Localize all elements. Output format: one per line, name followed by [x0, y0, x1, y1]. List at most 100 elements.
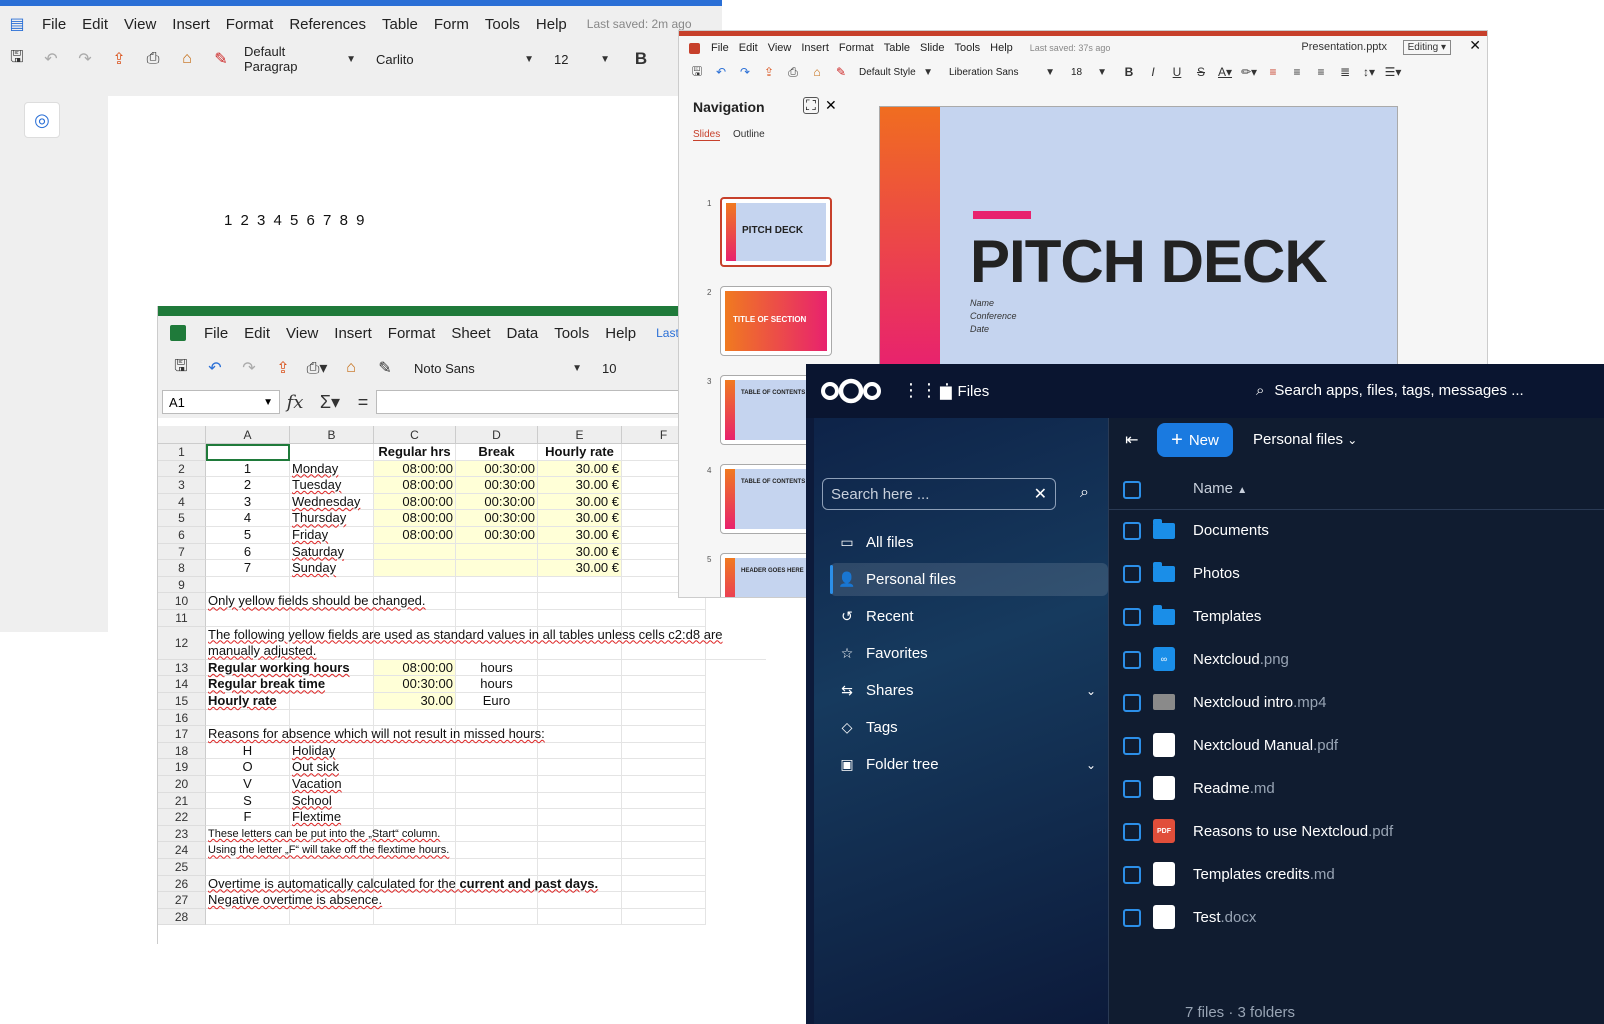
grid-cell[interactable]	[622, 859, 706, 876]
grid-cell[interactable]	[538, 659, 622, 677]
file-checkbox[interactable]	[1123, 866, 1141, 884]
grid-cell[interactable]	[538, 759, 622, 776]
file-row[interactable]: Documents	[1109, 510, 1604, 553]
save-icon[interactable]: 🖫	[0, 45, 34, 73]
italic-icon[interactable]: I	[1141, 62, 1165, 82]
absence-code-cell[interactable]: F	[206, 809, 290, 826]
hourly-rate-cell[interactable]: 30.00 €	[538, 493, 622, 511]
sidebar-search-input[interactable]: Search here ... ✕	[822, 478, 1056, 510]
chevron-down-icon[interactable]: ⌄	[1086, 684, 1096, 698]
row-header[interactable]: 22	[158, 809, 206, 826]
grid-cell[interactable]	[622, 792, 706, 810]
calc-menu-help[interactable]: Help	[597, 325, 644, 342]
sum-icon[interactable]: Σ▾	[310, 392, 350, 413]
grid-cell[interactable]	[538, 742, 622, 760]
impress-style-select[interactable]: Default Style ▼	[853, 62, 939, 82]
sidebar-item-all-files[interactable]: ▭ All files	[830, 526, 1108, 559]
note-cell[interactable]: Negative overtime is absence.	[206, 892, 606, 909]
impress-menu-edit[interactable]: Edit	[734, 42, 763, 54]
grid-cell[interactable]	[622, 908, 706, 926]
file-name[interactable]: Nextcloud intro.mp4	[1193, 694, 1326, 711]
align-left-icon[interactable]: ≡	[1261, 62, 1285, 82]
clone-format-icon[interactable]: ⌂	[170, 45, 204, 73]
writer-menu-file[interactable]: File	[34, 16, 74, 33]
grid-cell[interactable]	[206, 859, 290, 876]
regular-hours-cell[interactable]: 08:00:00	[374, 510, 456, 527]
close-panel-icon[interactable]: ✕	[825, 97, 837, 114]
day-number-cell[interactable]: 5	[206, 527, 290, 544]
grid-cell[interactable]	[374, 859, 456, 876]
row-header[interactable]: 27	[158, 892, 206, 909]
clone-format-icon[interactable]: ⌂	[334, 354, 368, 382]
row-header[interactable]: 6	[158, 527, 206, 544]
header-cell[interactable]: Regular hrs	[374, 444, 456, 461]
header-cell[interactable]: Break	[456, 444, 538, 461]
grid-cell[interactable]	[622, 825, 706, 843]
standard-label-cell[interactable]: Hourly rate	[206, 693, 374, 710]
row-header[interactable]: 11	[158, 610, 206, 627]
font-color-icon[interactable]: A▾	[1213, 62, 1237, 82]
grid-corner[interactable]	[158, 426, 206, 444]
files-app-link[interactable]: ▆ Files	[940, 382, 989, 401]
file-name[interactable]: Test.docx	[1193, 909, 1256, 926]
grid-cell[interactable]	[374, 610, 456, 627]
row-header[interactable]: 24	[158, 842, 206, 859]
writer-menu-table[interactable]: Table	[374, 16, 426, 33]
day-number-cell[interactable]: 3	[206, 493, 290, 511]
day-number-cell[interactable]: 2	[206, 477, 290, 494]
grid-cell[interactable]	[290, 610, 374, 627]
day-number-cell[interactable]: 6	[206, 543, 290, 561]
impress-menu-tools[interactable]: Tools	[949, 42, 985, 54]
grid-cell[interactable]	[456, 560, 538, 577]
grid-cell[interactable]	[538, 859, 622, 876]
file-name[interactable]: Nextcloud Manual.pdf	[1193, 737, 1338, 754]
impress-menu-slide[interactable]: Slide	[915, 42, 949, 54]
slide-subtitle[interactable]: Name Conference Date	[970, 297, 1017, 336]
calc-menu-view[interactable]: View	[278, 325, 326, 342]
slide-thumbnail-1[interactable]: PITCH DECK	[720, 197, 832, 267]
file-checkbox[interactable]	[1123, 909, 1141, 927]
grid-cell[interactable]	[374, 759, 456, 776]
break-cell[interactable]: 00:30:00	[456, 493, 538, 511]
file-row[interactable]: Photos	[1109, 553, 1604, 596]
column-header[interactable]: E	[538, 426, 622, 444]
standard-unit-cell[interactable]: hours	[456, 676, 538, 693]
writer-menu-tools[interactable]: Tools	[477, 16, 528, 33]
absence-label-cell[interactable]: Holiday	[290, 742, 374, 760]
absence-label-cell[interactable]: Out sick	[290, 759, 374, 776]
impress-font-select[interactable]: Liberation Sans ▼	[943, 62, 1061, 82]
toggle-navigation-icon[interactable]: ⇤	[1125, 430, 1138, 450]
grid-cell[interactable]	[538, 792, 622, 810]
impress-menu-file[interactable]: File	[706, 42, 734, 54]
file-checkbox[interactable]	[1123, 823, 1141, 841]
file-name[interactable]: Reasons to use Nextcloud.pdf	[1193, 823, 1393, 840]
column-header[interactable]: D	[456, 426, 538, 444]
grid-cell[interactable]	[290, 908, 374, 926]
nextcloud-logo-icon[interactable]	[820, 378, 882, 404]
clear-format-icon[interactable]: ✎	[368, 354, 402, 382]
day-name-cell[interactable]: Friday	[290, 527, 374, 544]
bold-icon[interactable]: B	[1117, 62, 1141, 82]
impress-menu-insert[interactable]: Insert	[796, 42, 834, 54]
hourly-rate-cell[interactable]: 30.00 €	[538, 543, 622, 561]
calc-font-name-select[interactable]: Noto Sans ▼	[408, 355, 588, 381]
redo-icon[interactable]: ↷	[68, 45, 102, 73]
sidebar-item-shares[interactable]: ⇆ Shares ⌄	[830, 674, 1108, 707]
impress-size-select[interactable]: 18 ▼	[1065, 62, 1113, 82]
list-icon[interactable]: ☰▾	[1381, 62, 1405, 82]
grid-cell[interactable]	[456, 759, 538, 776]
row-header[interactable]: 8	[158, 560, 206, 577]
hourly-rate-cell[interactable]: 30.00 €	[538, 527, 622, 544]
grid-cell[interactable]	[290, 444, 374, 461]
print-icon[interactable]: ⎙	[136, 45, 170, 73]
file-row[interactable]: Nextcloud intro.mp4	[1109, 682, 1604, 725]
absence-code-cell[interactable]: H	[206, 742, 290, 760]
save-icon[interactable]: 🖫	[164, 354, 198, 382]
row-header[interactable]: 16	[158, 709, 206, 727]
grid-cell[interactable]	[374, 576, 456, 594]
file-checkbox[interactable]	[1123, 565, 1141, 583]
formula-icon[interactable]: =	[350, 392, 376, 413]
font-name-select[interactable]: Carlito ▼	[370, 46, 540, 72]
clear-format-icon[interactable]: ✎	[829, 62, 853, 82]
grid-cell[interactable]	[622, 776, 706, 793]
